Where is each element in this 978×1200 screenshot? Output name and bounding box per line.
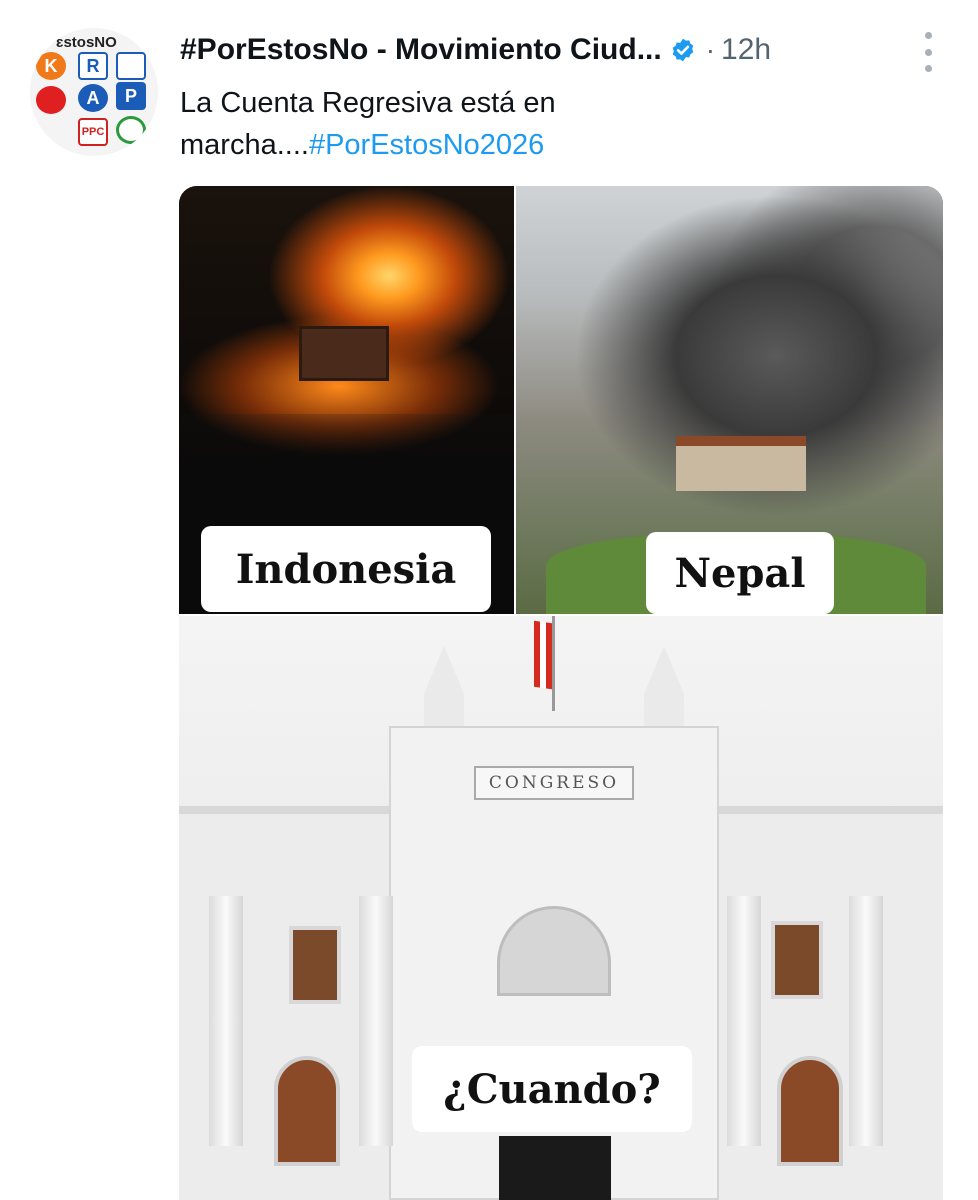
avatar[interactable]: ɛstosNO K R A P PPC [30, 28, 158, 156]
logo-r: R [78, 52, 108, 80]
label-nepal: Nepal [646, 532, 834, 614]
panel-divider-vertical [514, 186, 516, 614]
logo-green-circle [116, 116, 146, 144]
post-time[interactable]: 12h [721, 33, 771, 67]
hashtag-link[interactable]: #PorEstosNo2026 [309, 129, 544, 161]
column [359, 896, 393, 1146]
panel-divider-horizontal [179, 614, 943, 616]
left-tower [424, 646, 464, 726]
author-name[interactable]: #PorEstosNo - Movimiento Ciud... [180, 33, 662, 67]
main-gate [499, 1136, 611, 1200]
column [209, 896, 243, 1146]
post-text: La Cuenta Regresiva está en marcha....#P… [180, 82, 700, 166]
more-vertical-icon[interactable] [918, 32, 938, 72]
burning-screen [299, 326, 389, 381]
post-media[interactable]: CONGRESO Indonesia Nepal ¿Cuando? [179, 186, 943, 1200]
label-cuando: ¿Cuando? [412, 1046, 692, 1132]
label-indonesia: Indonesia [201, 526, 491, 612]
column [849, 896, 883, 1146]
logo-red-circle [36, 86, 66, 114]
window [289, 926, 341, 1004]
building-plaque: CONGRESO [474, 766, 634, 800]
post-header: #PorEstosNo - Movimiento Ciud... · 12h [180, 28, 938, 72]
peru-flag [534, 616, 555, 711]
right-tower [644, 646, 684, 726]
logo-ppc: PPC [78, 118, 108, 146]
burning-building [676, 436, 806, 491]
logo-k: K [36, 52, 66, 80]
arched-door [274, 1056, 340, 1166]
column [727, 896, 761, 1146]
logo-a: A [78, 84, 108, 112]
window [771, 921, 823, 999]
logo-p: P [116, 82, 146, 110]
separator-dot: · [705, 34, 716, 65]
logo-boat [116, 52, 146, 80]
arched-door [777, 1056, 843, 1166]
verified-badge-icon [672, 38, 693, 62]
avatar-tag: ɛstosNO [56, 34, 117, 51]
